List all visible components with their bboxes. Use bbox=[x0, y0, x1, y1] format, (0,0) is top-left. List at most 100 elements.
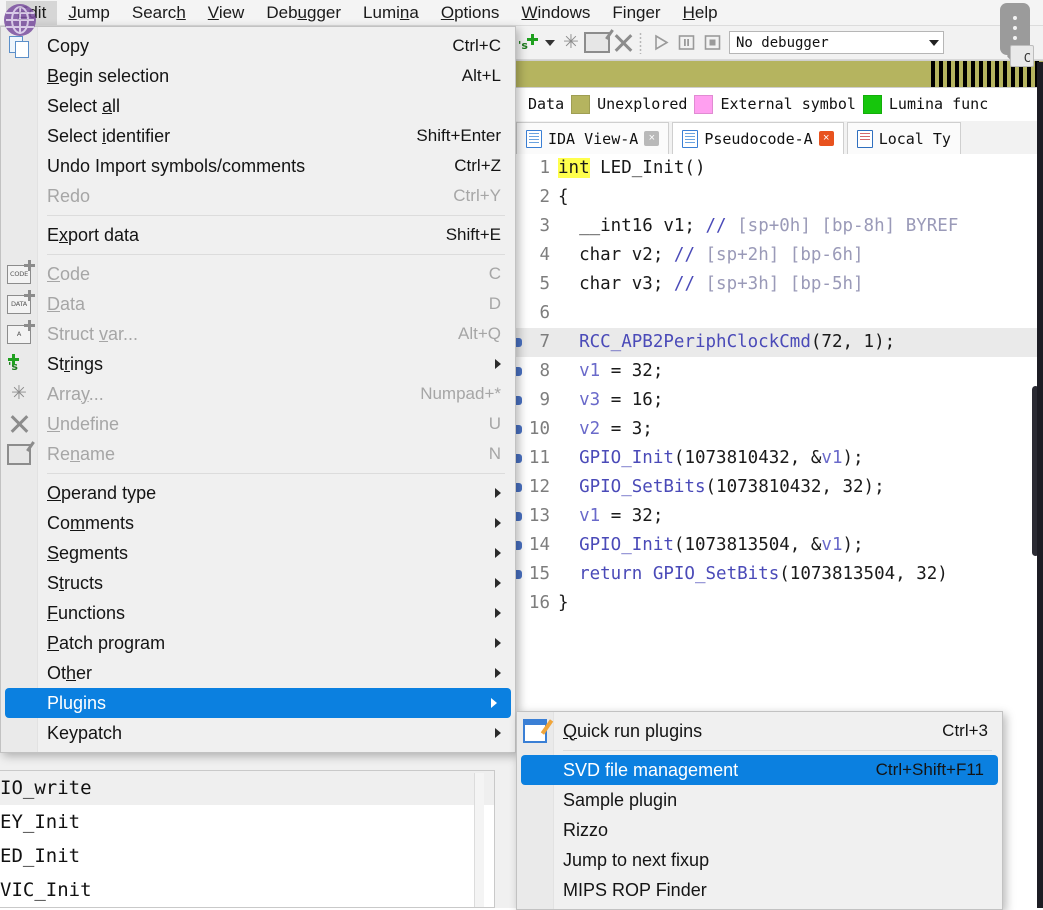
navigator-legend: Data Unexplored External symbol Lumina f… bbox=[516, 89, 1043, 119]
edit-menu-item-patch-program[interactable]: Patch program bbox=[1, 628, 515, 658]
pseudocode-line[interactable]: 3 __int16 v1; // [sp+0h] [bp-8h] BYREF bbox=[516, 212, 1043, 241]
plugins-menu-item-quick-run-plugins[interactable]: Quick run pluginsCtrl+3 bbox=[517, 716, 1002, 746]
breakpoint-marker[interactable] bbox=[516, 386, 522, 415]
edit-menu-item-plugins[interactable]: Plugins bbox=[5, 688, 511, 718]
pseudocode-line[interactable]: 4 char v2; // [sp+2h] [bp-6h] bbox=[516, 241, 1043, 270]
edit-menu-item-other[interactable]: Other bbox=[1, 658, 515, 688]
breakpoint-marker[interactable] bbox=[516, 328, 522, 357]
debugger-select[interactable]: No debugger bbox=[729, 31, 944, 54]
array-icon[interactable]: ✳ bbox=[558, 30, 584, 55]
edit-menu-item-strings[interactable]: 'sStrings bbox=[1, 349, 515, 379]
menu-item-shortcut: D bbox=[489, 294, 501, 314]
edit-menu-item-select-all[interactable]: Select all bbox=[1, 91, 515, 121]
menu-item-shortcut: N bbox=[489, 444, 501, 464]
pause-icon[interactable] bbox=[673, 30, 699, 55]
edit-menu-item-keypatch[interactable]: Keypatch bbox=[1, 718, 515, 748]
stop-icon[interactable] bbox=[699, 30, 725, 55]
strings-plus-icon[interactable]: 's bbox=[516, 30, 542, 55]
pseudocode-view[interactable]: 1int LED_Init()2{3 __int16 v1; // [sp+0h… bbox=[516, 154, 1043, 714]
edit-menu-item-begin-selection[interactable]: Begin selectionAlt+L bbox=[1, 61, 515, 91]
function-list-item[interactable]: ED_Init bbox=[0, 839, 494, 873]
breakpoint-marker[interactable] bbox=[516, 299, 522, 328]
pseudocode-line[interactable]: 12 GPIO_SetBits(1073810432, 32); bbox=[516, 473, 1043, 502]
edit-menu-item-select-identifier[interactable]: Select identifierShift+Enter bbox=[1, 121, 515, 151]
close-icon[interactable]: × bbox=[819, 131, 834, 146]
breakpoint-marker[interactable] bbox=[516, 589, 522, 618]
edit-menu-item-export-data[interactable]: Export dataShift+E bbox=[1, 220, 515, 250]
edit-menu-item-segments[interactable]: Segments bbox=[1, 538, 515, 568]
menu-item-shortcut: Shift+E bbox=[446, 225, 501, 245]
menubar-item-windows[interactable]: Windows bbox=[510, 1, 601, 25]
plugins-menu-item-jump-to-next-fixup[interactable]: Jump to next fixup bbox=[517, 845, 1002, 875]
menubar-item-lumina[interactable]: Lumina bbox=[352, 1, 430, 25]
document-icon bbox=[857, 130, 873, 148]
edit-menu-item-structs[interactable]: Structs bbox=[1, 568, 515, 598]
pseudocode-line[interactable]: 1int LED_Init() bbox=[516, 154, 1043, 183]
edit-menu-item-undo-import-symbols-comments[interactable]: Undo Import symbols/commentsCtrl+Z bbox=[1, 151, 515, 181]
breakpoint-marker[interactable] bbox=[516, 270, 522, 299]
c-toolbar-button[interactable]: C bbox=[1010, 45, 1034, 67]
menubar-item-view[interactable]: View bbox=[197, 1, 256, 25]
functions-list-scrollbar[interactable] bbox=[474, 773, 484, 907]
breakpoint-marker[interactable] bbox=[516, 183, 522, 212]
pseudocode-line[interactable]: 13 v1 = 32; bbox=[516, 502, 1043, 531]
legend-swatch-unexplored bbox=[571, 95, 590, 114]
plugins-menu-item-rizzo[interactable]: Rizzo bbox=[517, 815, 1002, 845]
menubar-item-search[interactable]: Search bbox=[121, 1, 197, 25]
breakpoint-marker[interactable] bbox=[516, 531, 522, 560]
breakpoint-marker[interactable] bbox=[516, 212, 522, 241]
breakpoint-marker[interactable] bbox=[516, 241, 522, 270]
view-tabbar: IDA View-A × Pseudocode-A × Local Ty bbox=[516, 121, 1043, 155]
menubar-item-finger[interactable]: Finger bbox=[601, 1, 671, 25]
edit-menu-item-operand-type[interactable]: Operand type bbox=[1, 478, 515, 508]
run-icon[interactable] bbox=[647, 30, 673, 55]
edit-menu-item-copy[interactable]: CopyCtrl+C bbox=[1, 31, 515, 61]
edit-menu-item-comments[interactable]: Comments bbox=[1, 508, 515, 538]
breakpoint-marker[interactable] bbox=[516, 357, 522, 386]
plugins-menu-item-sample-plugin[interactable]: Sample plugin bbox=[517, 785, 1002, 815]
breakpoint-marker[interactable] bbox=[516, 502, 522, 531]
tab-pseudocode-a[interactable]: Pseudocode-A × bbox=[672, 122, 843, 154]
menubar-item-jump[interactable]: Jump bbox=[57, 1, 121, 25]
pseudocode-line[interactable]: 5 char v3; // [sp+3h] [bp-5h] bbox=[516, 270, 1043, 299]
menubar-item-debugger[interactable]: Debugger bbox=[255, 1, 352, 25]
function-list-item[interactable]: VIC_Init bbox=[0, 873, 494, 907]
pseudocode-line[interactable]: 14 GPIO_Init(1073813504, &v1); bbox=[516, 531, 1043, 560]
pseudocode-line[interactable]: 6 bbox=[516, 299, 1043, 328]
undefine-icon[interactable] bbox=[610, 30, 636, 55]
breakpoint-marker[interactable] bbox=[516, 415, 522, 444]
code-text: char v3; // [sp+3h] [bp-5h] bbox=[558, 270, 1043, 299]
pseudocode-line[interactable]: 8 v1 = 32; bbox=[516, 357, 1043, 386]
edit-menu-item-functions[interactable]: Functions bbox=[1, 598, 515, 628]
function-list-item[interactable]: IO_write bbox=[0, 771, 494, 805]
toolbar-drag-handle[interactable] bbox=[639, 32, 642, 54]
pseudocode-line[interactable]: 11 GPIO_Init(1073810432, &v1); bbox=[516, 444, 1043, 473]
pseudocode-line[interactable]: 9 v3 = 16; bbox=[516, 386, 1043, 415]
menu-item-shortcut: Alt+Q bbox=[458, 324, 501, 344]
functions-list[interactable]: IO_writeEY_InitED_InitVIC_Init bbox=[0, 770, 495, 908]
edit-menu-item-rename: RenameN bbox=[1, 439, 515, 469]
breakpoint-marker[interactable] bbox=[516, 154, 522, 183]
document-icon bbox=[526, 130, 542, 148]
breakpoint-marker[interactable] bbox=[516, 560, 522, 589]
pseudocode-line[interactable]: 2{ bbox=[516, 183, 1043, 212]
rename-icon[interactable] bbox=[584, 30, 610, 55]
breakpoint-marker[interactable] bbox=[516, 473, 522, 502]
pseudocode-line[interactable]: 16} bbox=[516, 589, 1043, 618]
dropdown-caret-icon[interactable] bbox=[542, 32, 558, 54]
tab-ida-view-a[interactable]: IDA View-A × bbox=[516, 122, 669, 154]
tab-local-types[interactable]: Local Ty bbox=[847, 122, 961, 154]
plugins-menu-item-mips-rop-finder[interactable]: MIPS ROP Finder bbox=[517, 875, 1002, 905]
menubar-item-options[interactable]: Options bbox=[430, 1, 511, 25]
pseudocode-line[interactable]: 15 return GPIO_SetBits(1073813504, 32) bbox=[516, 560, 1043, 589]
menubar-item-help[interactable]: Help bbox=[672, 1, 729, 25]
chevron-right-icon bbox=[489, 578, 501, 588]
code-text bbox=[558, 299, 1043, 328]
function-list-item[interactable]: EY_Init bbox=[0, 805, 494, 839]
plugins-menu-item-svd-file-management[interactable]: SVD file managementCtrl+Shift+F11 bbox=[521, 755, 998, 785]
breakpoint-marker[interactable] bbox=[516, 444, 522, 473]
navigator-band[interactable] bbox=[516, 60, 1043, 88]
pseudocode-line[interactable]: 7 RCC_APB2PeriphClockCmd(72, 1); bbox=[516, 328, 1043, 357]
close-icon[interactable]: × bbox=[644, 131, 659, 146]
pseudocode-line[interactable]: 10 v2 = 3; bbox=[516, 415, 1043, 444]
